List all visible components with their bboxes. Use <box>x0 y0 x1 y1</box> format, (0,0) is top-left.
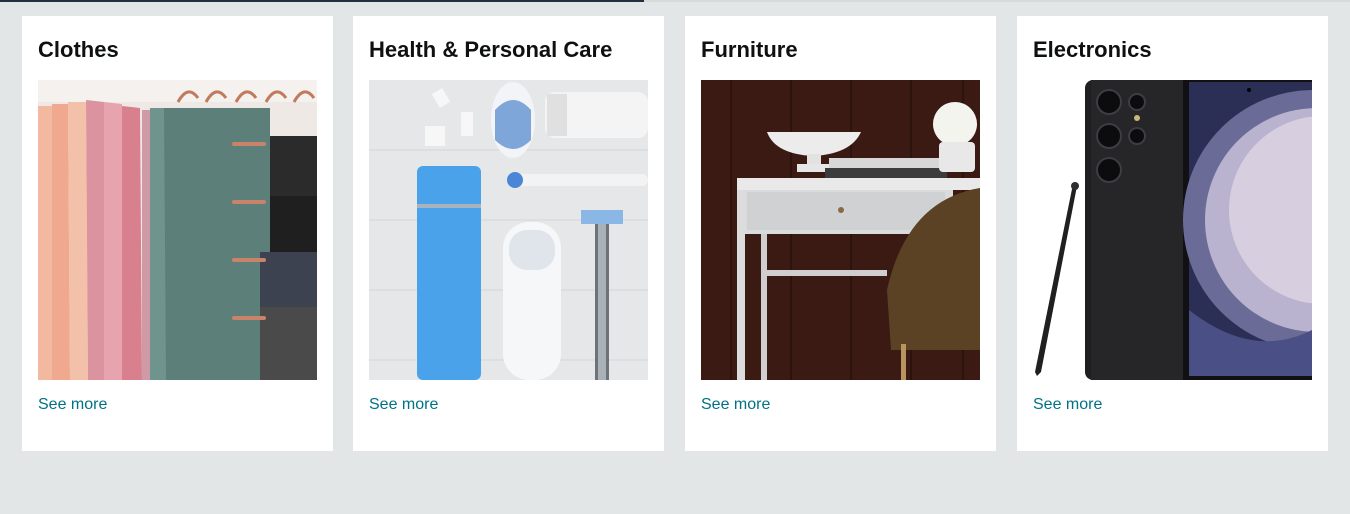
top-border-dark <box>0 0 644 2</box>
category-card-clothes: Clothes See more <box>22 16 333 451</box>
category-card-health-personal-care: Health & Personal Care See more <box>353 16 664 451</box>
card-title: Electronics <box>1033 37 1152 62</box>
card-title: Clothes <box>38 37 119 62</box>
top-border-light <box>644 0 1350 2</box>
see-more-link[interactable]: See more <box>369 396 438 414</box>
see-more-link[interactable]: See more <box>701 396 770 414</box>
clothes-image[interactable] <box>38 80 317 380</box>
category-card-electronics: Electronics See more <box>1017 16 1328 451</box>
card-title: Health & Personal Care <box>369 37 613 62</box>
furniture-image[interactable] <box>701 80 980 380</box>
personal-care-image[interactable] <box>369 80 648 380</box>
see-more-link[interactable]: See more <box>1033 396 1102 414</box>
card-title: Furniture <box>701 37 798 62</box>
electronics-image[interactable] <box>1033 80 1312 380</box>
category-card-furniture: Furniture See more <box>685 16 996 451</box>
see-more-link[interactable]: See more <box>38 396 107 414</box>
